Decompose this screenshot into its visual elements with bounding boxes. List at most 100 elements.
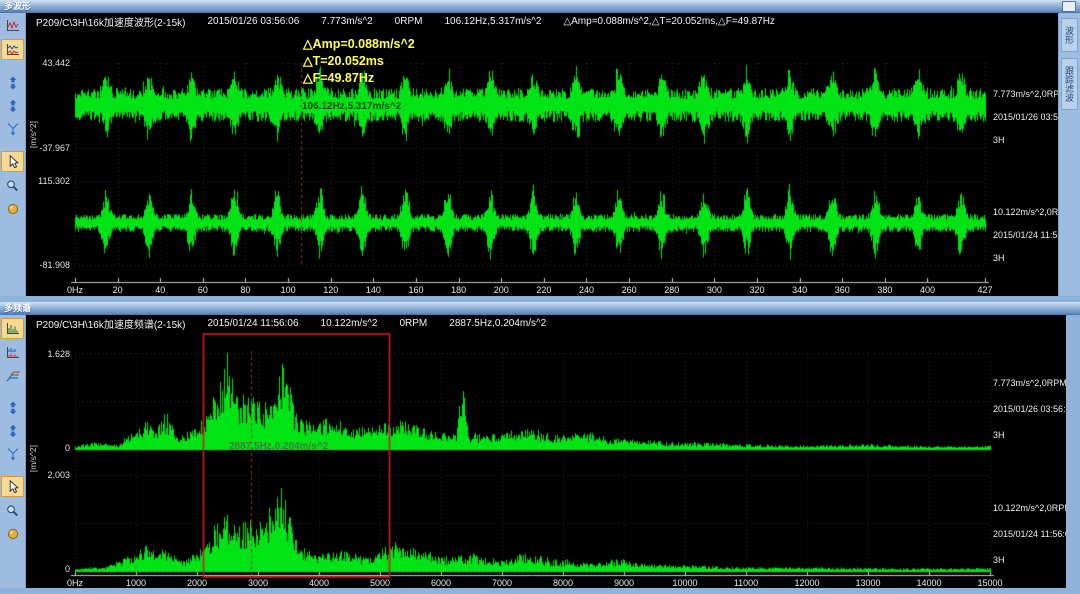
x-tick-label: 9000 — [614, 578, 634, 588]
waveform-window-body: P209/C\3H\16k加速度波形(2-15k) 2015/01/26 03:… — [0, 13, 1080, 296]
settings-button[interactable] — [2, 199, 23, 218]
x-axis-tick-labels: 0Hz1000200030004000500060007000800090001… — [26, 578, 1066, 588]
merge-traces-button[interactable] — [2, 444, 23, 463]
fit-vertical-button[interactable] — [2, 96, 23, 115]
y-tick-label: 0 — [26, 564, 70, 574]
x-tick-label: 12000 — [794, 578, 819, 588]
waveform-toolbar — [0, 13, 26, 296]
expand-vertical-button[interactable] — [2, 73, 23, 92]
x-tick-label: 11000 — [734, 578, 758, 588]
y-tick-label: 2.003 — [26, 470, 70, 480]
x-tick-label: 20 — [113, 285, 123, 295]
overall-value: 7.773m/s^2 — [321, 16, 372, 27]
x-tick-label: 8000 — [553, 578, 573, 588]
x-tick-label: 80 — [240, 285, 250, 295]
multi-spectrum-button[interactable] — [2, 343, 23, 362]
y-tick-label: 1.628 — [26, 349, 70, 359]
side-tab-1[interactable]: 波形 — [1061, 18, 1078, 52]
x-tick-label: 4000 — [309, 578, 329, 588]
fit-vertical-icon — [5, 424, 21, 438]
trace-1-datetime-label: 2015/01/26 03:56:06 — [993, 112, 1058, 122]
x-tick-label: 120 — [323, 285, 338, 295]
waveform-window: 多波形 P209/C\3H\16k加速度波形(2-15k) 2015/01/26… — [0, 0, 1080, 302]
waveform-header-bar: P209/C\3H\16k加速度波形(2-15k) 2015/01/26 03:… — [26, 13, 1058, 30]
x-axis-tick-labels: 0Hz2040608010012014016018020022024026028… — [26, 285, 1058, 296]
waterfall-button[interactable] — [2, 366, 23, 385]
merge-traces-icon — [5, 122, 21, 136]
x-tick-label: 360 — [835, 285, 850, 295]
spectrum-header-bar: P209/C\3H\16k加速度频谱(2-15k) 2015/01/24 11:… — [26, 315, 1066, 332]
waveform-window-titlebar[interactable]: 多波形 — [0, 0, 1080, 13]
x-tick-label: 300 — [707, 285, 722, 295]
x-tick-label: 60 — [198, 285, 208, 295]
trace-2-datetime-label: 2015/01/24 11:56:06 — [993, 230, 1058, 240]
side-tab-2[interactable]: 跟踪滤波 — [1061, 58, 1078, 110]
trace-1-datetime-label: 2015/01/26 03:56:06 — [993, 404, 1066, 414]
y-tick-label: 0 — [26, 443, 70, 453]
spectrum-window-titlebar[interactable]: 多频谱 — [0, 302, 1080, 315]
y-tick-label: 43.442 — [26, 58, 70, 68]
pointer-button[interactable] — [1, 476, 24, 497]
fit-vertical-icon — [5, 99, 21, 113]
pointer-button[interactable] — [1, 151, 24, 172]
vibration-analyzer-app: 多波形 P209/C\3H\16k加速度波形(2-15k) 2015/01/26… — [0, 0, 1080, 594]
x-tick-label: 10000 — [672, 578, 697, 588]
zoom-icon — [5, 179, 21, 193]
x-tick-label: 340 — [792, 285, 807, 295]
x-tick-label: 320 — [749, 285, 764, 295]
expand-vertical-button[interactable] — [2, 398, 23, 417]
single-spectrum-button[interactable] — [1, 318, 24, 339]
spectrum-window-body: P209/C\3H\16k加速度频谱(2-15k) 2015/01/24 11:… — [0, 315, 1080, 588]
x-tick-label: 427 — [977, 285, 992, 295]
x-tick-label: 160 — [408, 285, 423, 295]
y-tick-label: 115.302 — [26, 176, 70, 186]
zoom-icon — [5, 504, 21, 518]
x-tick-label: 6000 — [431, 578, 451, 588]
x-tick-label: 240 — [579, 285, 594, 295]
cursor-readout: 106.12Hz,5.317m/s^2 — [302, 101, 401, 112]
spectrum-window: 多频谱 P209/C\3H\16k加速度频谱(2-15k) 2015/01/24… — [0, 302, 1080, 594]
merge-traces-button[interactable] — [2, 119, 23, 138]
zoom-button[interactable] — [2, 501, 23, 520]
pointer-icon — [5, 480, 21, 494]
x-tick-label: 400 — [920, 285, 935, 295]
x-tick-label: 100 — [281, 285, 296, 295]
x-tick-label: 5000 — [370, 578, 390, 588]
waveform-window-title: 多波形 — [4, 1, 31, 12]
record-title: P209/C\3H\16k加速度波形(2-15k) — [36, 14, 186, 29]
settings-button[interactable] — [2, 524, 23, 543]
settings-icon — [5, 527, 21, 541]
y-tick-label: -37.967 — [26, 143, 70, 153]
expand-vertical-icon — [5, 76, 21, 90]
pointer-icon — [5, 155, 21, 169]
waveform-plot-area: P209/C\3H\16k加速度波形(2-15k) 2015/01/26 03:… — [26, 13, 1058, 296]
spectrum-plot-area: P209/C\3H\16k加速度频谱(2-15k) 2015/01/24 11:… — [26, 315, 1066, 588]
cursor-value: 2887.5Hz,0.204m/s^2 — [449, 318, 546, 329]
fit-vertical-button[interactable] — [2, 421, 23, 440]
spectrum-plot-canvas[interactable] — [26, 331, 1066, 588]
x-tick-label: 140 — [366, 285, 381, 295]
x-tick-label: 180 — [451, 285, 466, 295]
settings-icon — [5, 202, 21, 216]
trace-1-channel-label: 3H — [993, 135, 1005, 145]
single-waveform-button[interactable] — [2, 16, 23, 35]
x-tick-label: 0Hz — [67, 285, 83, 295]
record-datetime: 2015/01/26 03:56:06 — [208, 16, 300, 27]
x-tick-label: 7000 — [492, 578, 512, 588]
delta-annotation-line: △Amp=0.088m/s^2 — [303, 36, 415, 53]
waveform-plot-canvas[interactable] — [26, 30, 1058, 296]
trace-2-datetime-label: 2015/01/24 11:56:06 — [993, 529, 1066, 539]
waterfall-icon — [5, 369, 21, 383]
zoom-button[interactable] — [2, 176, 23, 195]
trace-1-overall-label: 7.773m/s^2,0RPM — [993, 378, 1066, 388]
multi-waveform-button[interactable] — [1, 39, 24, 60]
multi-waveform-icon — [5, 43, 21, 57]
window-menu-button[interactable] — [1062, 1, 1076, 12]
x-tick-label: 40 — [155, 285, 165, 295]
x-tick-label: 220 — [536, 285, 551, 295]
trace-1-overall-label: 7.773m/s^2,0RPM — [993, 89, 1058, 99]
x-tick-label: 15000 — [977, 578, 1002, 588]
overall-value: 10.122m/s^2 — [321, 318, 378, 329]
trace-2-channel-label: 3H — [993, 555, 1005, 565]
trace-2-channel-label: 3H — [993, 253, 1005, 263]
